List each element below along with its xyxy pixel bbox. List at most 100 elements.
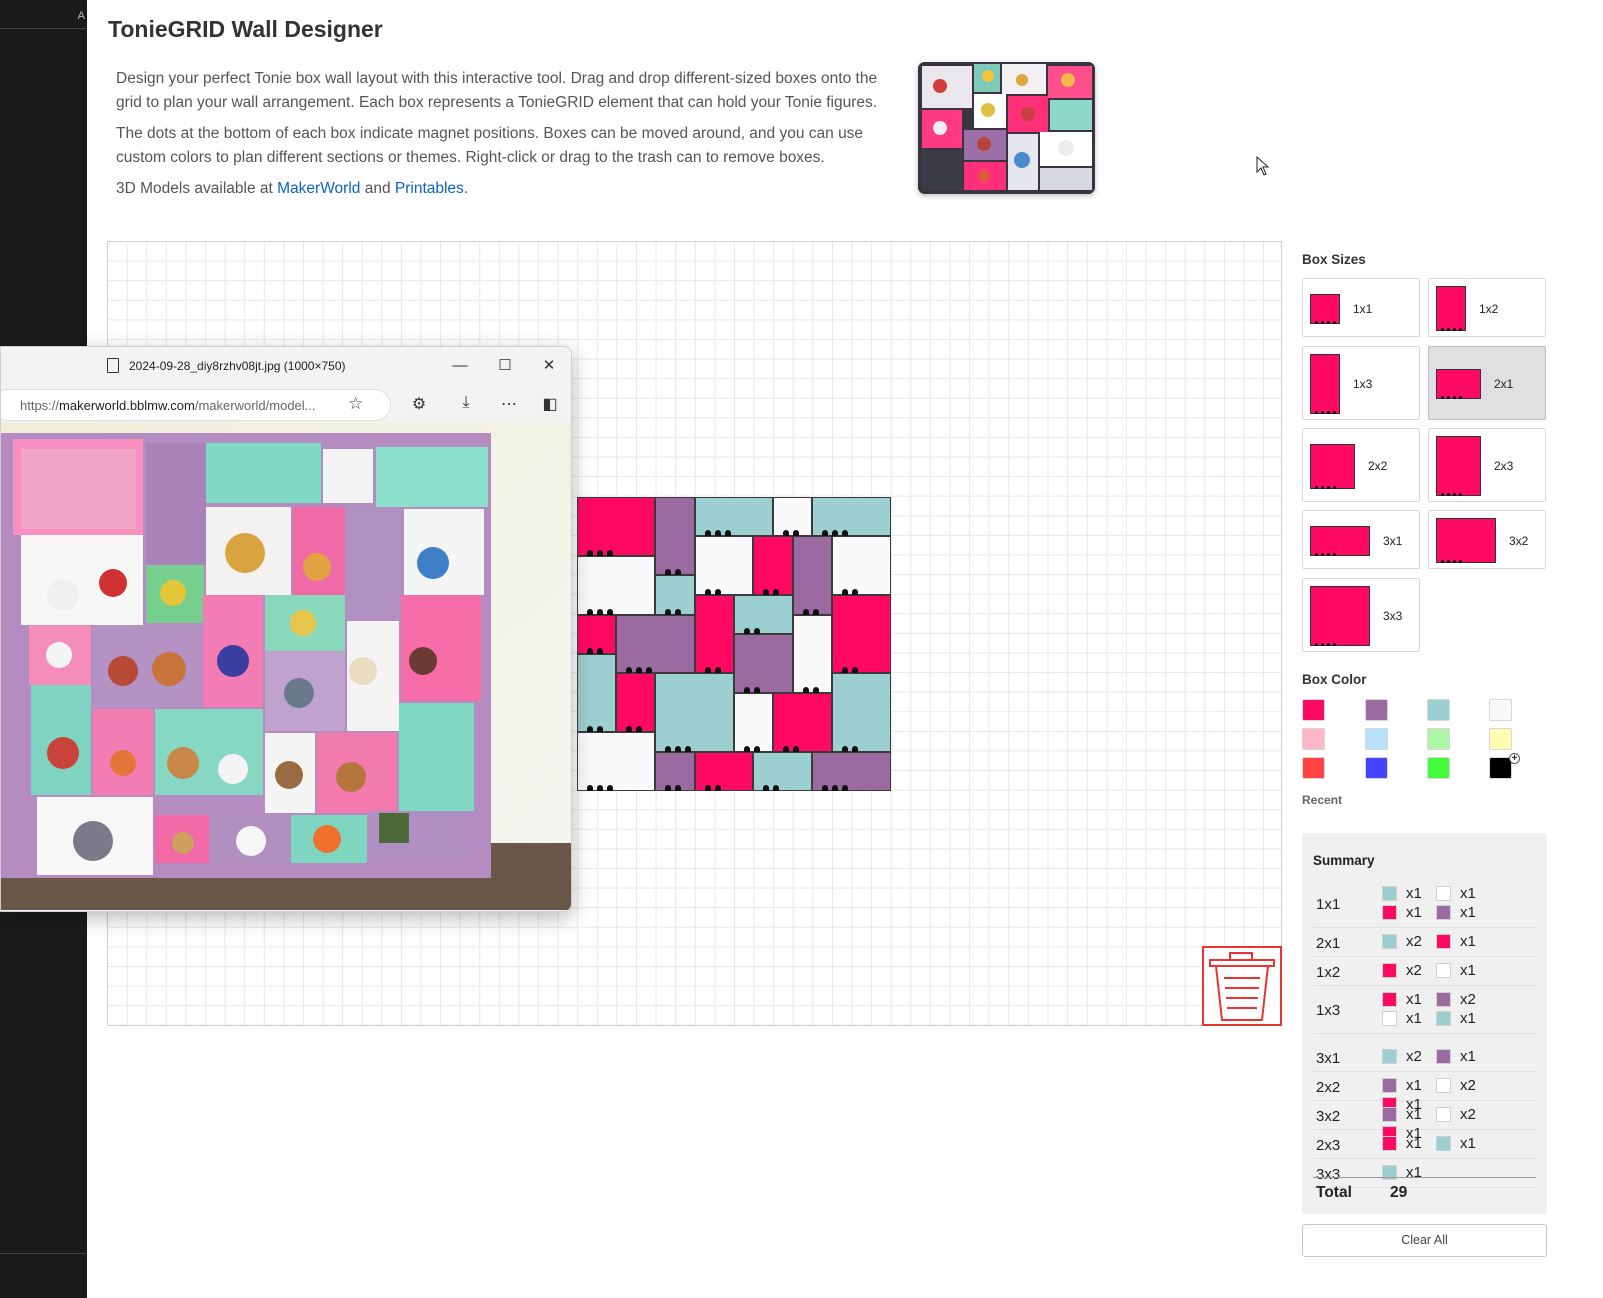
placed-box[interactable]: [831, 673, 891, 752]
summary-count: x1: [1460, 903, 1476, 921]
size-option-label: 1x2: [1479, 301, 1499, 316]
placed-box[interactable]: [655, 673, 734, 752]
placed-box[interactable]: [577, 614, 617, 654]
color-swatch[interactable]: [1302, 699, 1325, 721]
color-swatch[interactable]: [1365, 699, 1388, 721]
placed-box[interactable]: [577, 555, 656, 615]
wall-example-thumbnail[interactable]: [918, 62, 1095, 194]
placed-box[interactable]: [831, 536, 891, 595]
color-swatch[interactable]: [1427, 728, 1450, 750]
size-option-label: 2x3: [1494, 459, 1514, 473]
summary-count: x1: [1460, 884, 1476, 902]
size-option-1x1[interactable]: 1x1: [1302, 278, 1420, 337]
favorite-star-icon[interactable]: ☆: [348, 394, 363, 414]
color-swatch[interactable]: [1489, 728, 1512, 750]
placed-box[interactable]: [733, 634, 793, 693]
url-prefix: https://: [20, 398, 60, 413]
color-swatch[interactable]: [1302, 757, 1325, 779]
summary-item: x1: [1436, 1048, 1490, 1065]
extensions-icon[interactable]: ⚙: [408, 394, 430, 414]
summary-item: x1: [1382, 1106, 1436, 1123]
summary-item: x1: [1436, 933, 1490, 950]
placed-box[interactable]: [694, 497, 773, 537]
color-swatch[interactable]: [1427, 699, 1450, 721]
size-option-2x2[interactable]: 2x2: [1302, 428, 1420, 502]
makerworld-link[interactable]: MakerWorld: [277, 180, 360, 197]
summary-color-square: [1436, 933, 1451, 949]
magnet-dots: [1315, 643, 1336, 646]
image-viewer-window[interactable]: 2024-09-28_diy8rzhv08jt.jpg (1000×750) —…: [0, 346, 572, 912]
add-custom-color-icon[interactable]: +: [1509, 753, 1520, 764]
placed-box[interactable]: [694, 536, 754, 595]
summary-divider: [1313, 1177, 1536, 1178]
color-swatch[interactable]: [1365, 728, 1388, 750]
magnet-dots: [1315, 552, 1336, 556]
trash-icon: [1209, 952, 1275, 1021]
magnet-dots: [1315, 485, 1336, 489]
summary-count: x2: [1406, 1047, 1422, 1065]
placed-box[interactable]: [655, 751, 695, 791]
viewer-titlebar[interactable]: 2024-09-28_diy8rzhv08jt.jpg (1000×750) —…: [1, 347, 571, 385]
size-option-2x1[interactable]: 2x1: [1428, 346, 1546, 420]
placed-box[interactable]: [694, 751, 754, 791]
close-button[interactable]: ✕: [538, 355, 560, 377]
placed-box[interactable]: [812, 497, 891, 537]
size-option-3x2[interactable]: 3x2: [1428, 510, 1546, 569]
minimize-button[interactable]: —: [449, 355, 471, 377]
summary-items: x2 x1: [1382, 933, 1542, 950]
maximize-button[interactable]: ☐: [494, 355, 516, 377]
placed-box[interactable]: [616, 614, 695, 674]
placed-box[interactable]: [733, 595, 793, 635]
magnet-dots: [1441, 560, 1462, 563]
summary-color-square: [1436, 962, 1451, 978]
placed-box[interactable]: [792, 614, 832, 693]
magnet-dots: [1315, 320, 1336, 324]
placed-box[interactable]: [792, 536, 832, 615]
trash-can[interactable]: [1202, 946, 1282, 1026]
size-option-1x3[interactable]: 1x3: [1302, 346, 1420, 420]
color-swatch[interactable]: [1365, 757, 1388, 779]
placed-box[interactable]: [694, 595, 734, 674]
placed-box[interactable]: [577, 497, 656, 556]
summary-count: x1: [1406, 903, 1422, 921]
summary-color-square: [1382, 991, 1397, 1007]
placed-box[interactable]: [773, 693, 832, 752]
size-option-3x1[interactable]: 3x1: [1302, 510, 1420, 569]
clear-all-button[interactable]: Clear All: [1302, 1224, 1547, 1257]
printables-link[interactable]: Printables: [395, 180, 464, 197]
size-option-2x3[interactable]: 2x3: [1428, 428, 1546, 502]
address-bar[interactable]: https://makerworld.bblmw.com/makerworld/…: [1, 389, 391, 421]
page-title: TonieGRID Wall Designer: [108, 16, 383, 42]
color-swatch[interactable]: [1489, 699, 1512, 721]
download-icon[interactable]: ⤓: [455, 394, 477, 412]
placed-box[interactable]: [577, 653, 617, 733]
summary-size-label: 2x2: [1316, 1078, 1341, 1096]
color-swatch[interactable]: [1302, 728, 1325, 750]
summary-row: 1x3 x1 x2 x1 x1: [1313, 986, 1536, 1034]
summary-size-label: 1x1: [1316, 896, 1341, 913]
more-options-icon[interactable]: ⋯: [498, 394, 520, 414]
placed-box[interactable]: [753, 751, 813, 791]
viewer-window-title: 2024-09-28_diy8rzhv08jt.jpg (1000×750): [129, 359, 346, 373]
size-preview-swatch: [1436, 436, 1481, 496]
placed-box[interactable]: [812, 751, 891, 791]
placed-box[interactable]: [577, 732, 656, 791]
size-option-label: 1x1: [1353, 301, 1373, 316]
size-option-3x3[interactable]: 3x3: [1302, 578, 1420, 652]
placed-box[interactable]: [616, 673, 656, 733]
placed-box[interactable]: [655, 575, 695, 615]
sidebar-toggle-icon[interactable]: ◧: [539, 394, 561, 414]
size-option-1x2[interactable]: 1x2: [1428, 278, 1546, 337]
summary-title: Summary: [1313, 853, 1375, 868]
placed-box[interactable]: [773, 497, 813, 537]
summary-count: x1: [1460, 961, 1476, 979]
intro-description: Design your perfect Tonie box wall layou…: [116, 67, 906, 208]
placed-box[interactable]: [655, 497, 695, 576]
url-text: https://makerworld.bblmw.com/makerworld/…: [20, 398, 316, 413]
summary-item: x1: [1382, 1135, 1436, 1152]
placed-box[interactable]: [831, 595, 891, 674]
placed-box[interactable]: [733, 693, 773, 752]
summary-color-square: [1436, 991, 1451, 1007]
color-swatch[interactable]: [1427, 757, 1450, 779]
placed-box[interactable]: [753, 536, 793, 595]
